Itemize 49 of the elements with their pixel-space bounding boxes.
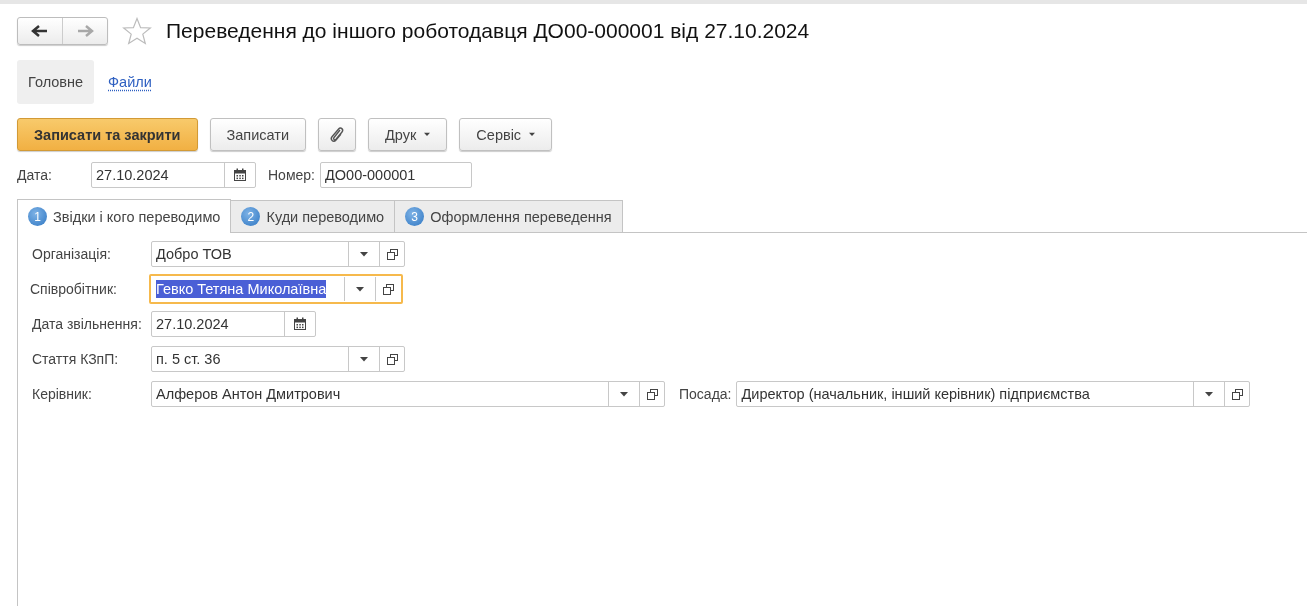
caret-icon [360, 356, 368, 362]
section-link[interactable]: Файли [108, 60, 152, 104]
tab[interactable]: 1 Звідки і кого переводимо [17, 199, 232, 233]
windows-icon [385, 352, 399, 366]
field-label: Організація: [32, 246, 112, 262]
caret-icon [424, 132, 431, 137]
text-field[interactable]: ДО00-000001 [320, 162, 472, 188]
tab[interactable]: 2 Куди переводимо [230, 200, 396, 232]
paperclip-icon [329, 125, 345, 144]
date-field[interactable]: 27.10.2024 [151, 311, 316, 337]
field-label: Номер: [268, 167, 315, 183]
save-button[interactable]: Записати [209, 118, 306, 151]
windows-icon [645, 387, 659, 401]
save-and-close-button[interactable]: Записати та закрити [17, 118, 198, 151]
dropdown-field[interactable]: Гевко Тетяна Миколаївна [149, 274, 403, 304]
menu-button[interactable]: Сервіс [459, 118, 553, 151]
star-icon[interactable] [122, 17, 152, 45]
field-label: Співробітник: [30, 281, 118, 297]
selected-text: Гевко Тетяна Миколаївна [156, 280, 327, 298]
field-label: Дата звільнення: [32, 316, 143, 332]
step-number: 2 [241, 207, 261, 226]
dropdown-field[interactable]: п. 5 ст. 36 [151, 346, 405, 372]
dropdown-field[interactable]: Алферов Антон Дмитрович [151, 381, 665, 407]
calendar-icon [293, 317, 307, 331]
caret-icon [529, 132, 536, 137]
document-title: Переведення до іншого роботодавця ДО00-000001 від 27.10.2024 [166, 19, 810, 43]
section-tab[interactable]: Головне [17, 60, 95, 104]
caret-icon [360, 251, 368, 257]
step-number: 3 [405, 207, 425, 226]
caret-icon [620, 391, 628, 397]
step-number: 1 [28, 207, 47, 226]
date-field[interactable]: 27.10.2024 [91, 162, 256, 188]
right-arrow-icon [76, 24, 94, 38]
windows-icon [381, 282, 395, 296]
dropdown-field[interactable]: Добро ТОВ [151, 241, 405, 267]
paperclip-button[interactable] [318, 118, 356, 151]
field-label: Посада: [679, 386, 732, 402]
dropdown-field[interactable]: Директор (начальник, інший керівник) підприємства [736, 381, 1251, 407]
left-arrow-icon [31, 24, 49, 38]
caret-icon [356, 286, 364, 292]
menu-button[interactable]: Друк [368, 118, 448, 151]
windows-icon [1231, 387, 1244, 401]
caret-icon [1205, 391, 1214, 397]
calendar-icon [233, 168, 247, 182]
field-label: Стаття КЗпП: [32, 351, 120, 367]
windows-icon [385, 247, 399, 261]
tab[interactable]: 3 Оформлення переведення [394, 200, 623, 232]
field-label: Дата: [17, 167, 53, 183]
field-label: Керівник: [32, 386, 93, 402]
